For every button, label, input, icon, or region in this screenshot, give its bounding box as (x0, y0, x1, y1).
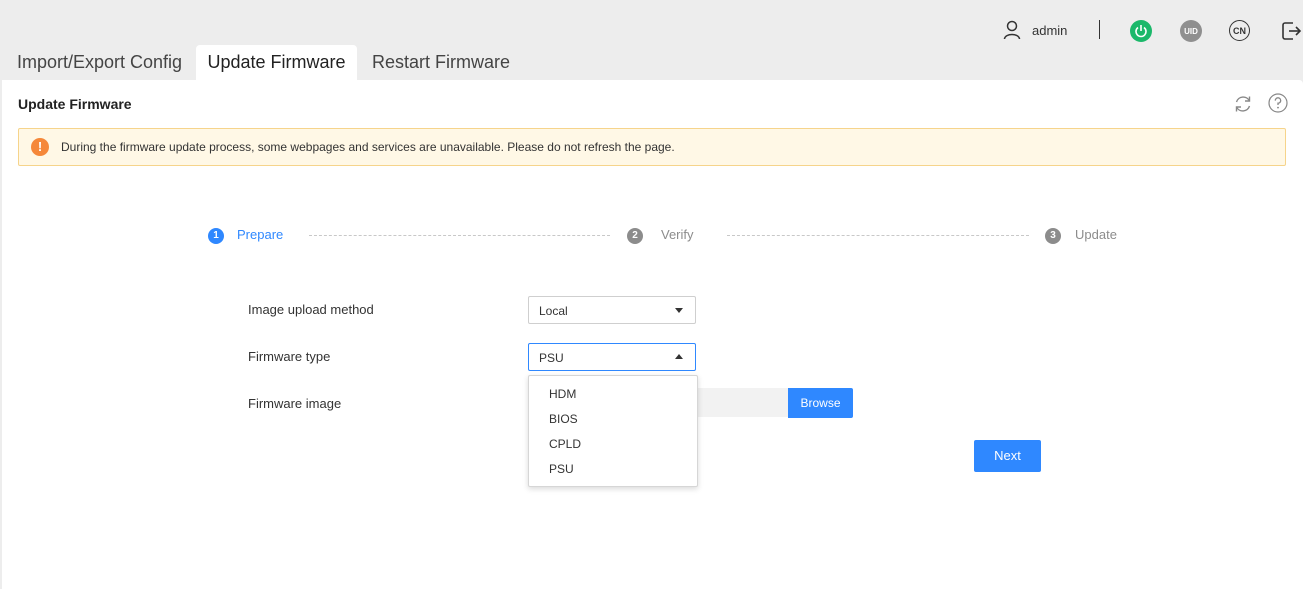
firmware-type-select[interactable]: PSU (528, 343, 696, 371)
next-button[interactable]: Next (974, 440, 1041, 472)
chevron-up-icon (675, 354, 683, 359)
firmware-image-label: Firmware image (248, 396, 342, 411)
step-1-label: Prepare (237, 227, 284, 242)
step-3-number: 3 (1045, 228, 1061, 244)
main-panel: Update Firmware ! During the firmware up… (2, 80, 1303, 589)
firmware-image-field[interactable] (692, 388, 788, 417)
firmware-type-label: Firmware type (248, 349, 331, 364)
language-label: CN (1233, 25, 1246, 36)
language-button[interactable]: CN (1229, 20, 1250, 41)
upload-method-value: Local (539, 304, 568, 318)
step-connector (309, 235, 610, 236)
dropdown-option-bios[interactable]: BIOS (549, 412, 578, 426)
page-title: Update Firmware (18, 96, 132, 112)
step-1-number: 1 (208, 228, 224, 244)
dropdown-option-psu[interactable]: PSU (549, 462, 574, 476)
upload-method-label: Image upload method (248, 302, 374, 317)
warning-alert: ! During the firmware update process, so… (18, 128, 1286, 166)
username: admin (1032, 22, 1068, 38)
help-icon[interactable] (1268, 93, 1288, 113)
step-connector (727, 235, 1029, 236)
logout-icon[interactable] (1280, 20, 1302, 42)
step-2-number: 2 (627, 228, 643, 244)
tab-update-firmware[interactable]: Update Firmware (196, 45, 357, 80)
user-menu[interactable]: admin (1003, 19, 1067, 41)
tab-import-export-config[interactable]: Import/Export Config (17, 45, 182, 80)
chevron-down-icon (675, 308, 683, 313)
step-3-label: Update (1075, 227, 1117, 242)
header-divider (1099, 20, 1100, 39)
tab-restart-firmware[interactable]: Restart Firmware (372, 45, 510, 80)
browse-button[interactable]: Browse (788, 388, 853, 418)
firmware-type-value: PSU (539, 351, 564, 365)
power-icon (1135, 25, 1147, 38)
refresh-icon[interactable] (1232, 93, 1254, 115)
warning-text: During the firmware update process, some… (61, 140, 675, 154)
uid-button[interactable]: UID (1180, 20, 1202, 42)
user-icon (1003, 20, 1021, 40)
upload-method-select[interactable]: Local (528, 296, 696, 324)
dropdown-option-cpld[interactable]: CPLD (549, 437, 581, 451)
firmware-type-dropdown: HDM BIOS CPLD PSU (528, 375, 698, 487)
power-button[interactable] (1130, 20, 1152, 42)
step-2-label: Verify (661, 227, 694, 242)
dropdown-option-hdm[interactable]: HDM (549, 387, 576, 401)
top-bar: admin UID CN Import/Export Config Update… (0, 0, 1303, 80)
uid-label: UID (1184, 26, 1198, 36)
warning-icon: ! (31, 138, 49, 156)
